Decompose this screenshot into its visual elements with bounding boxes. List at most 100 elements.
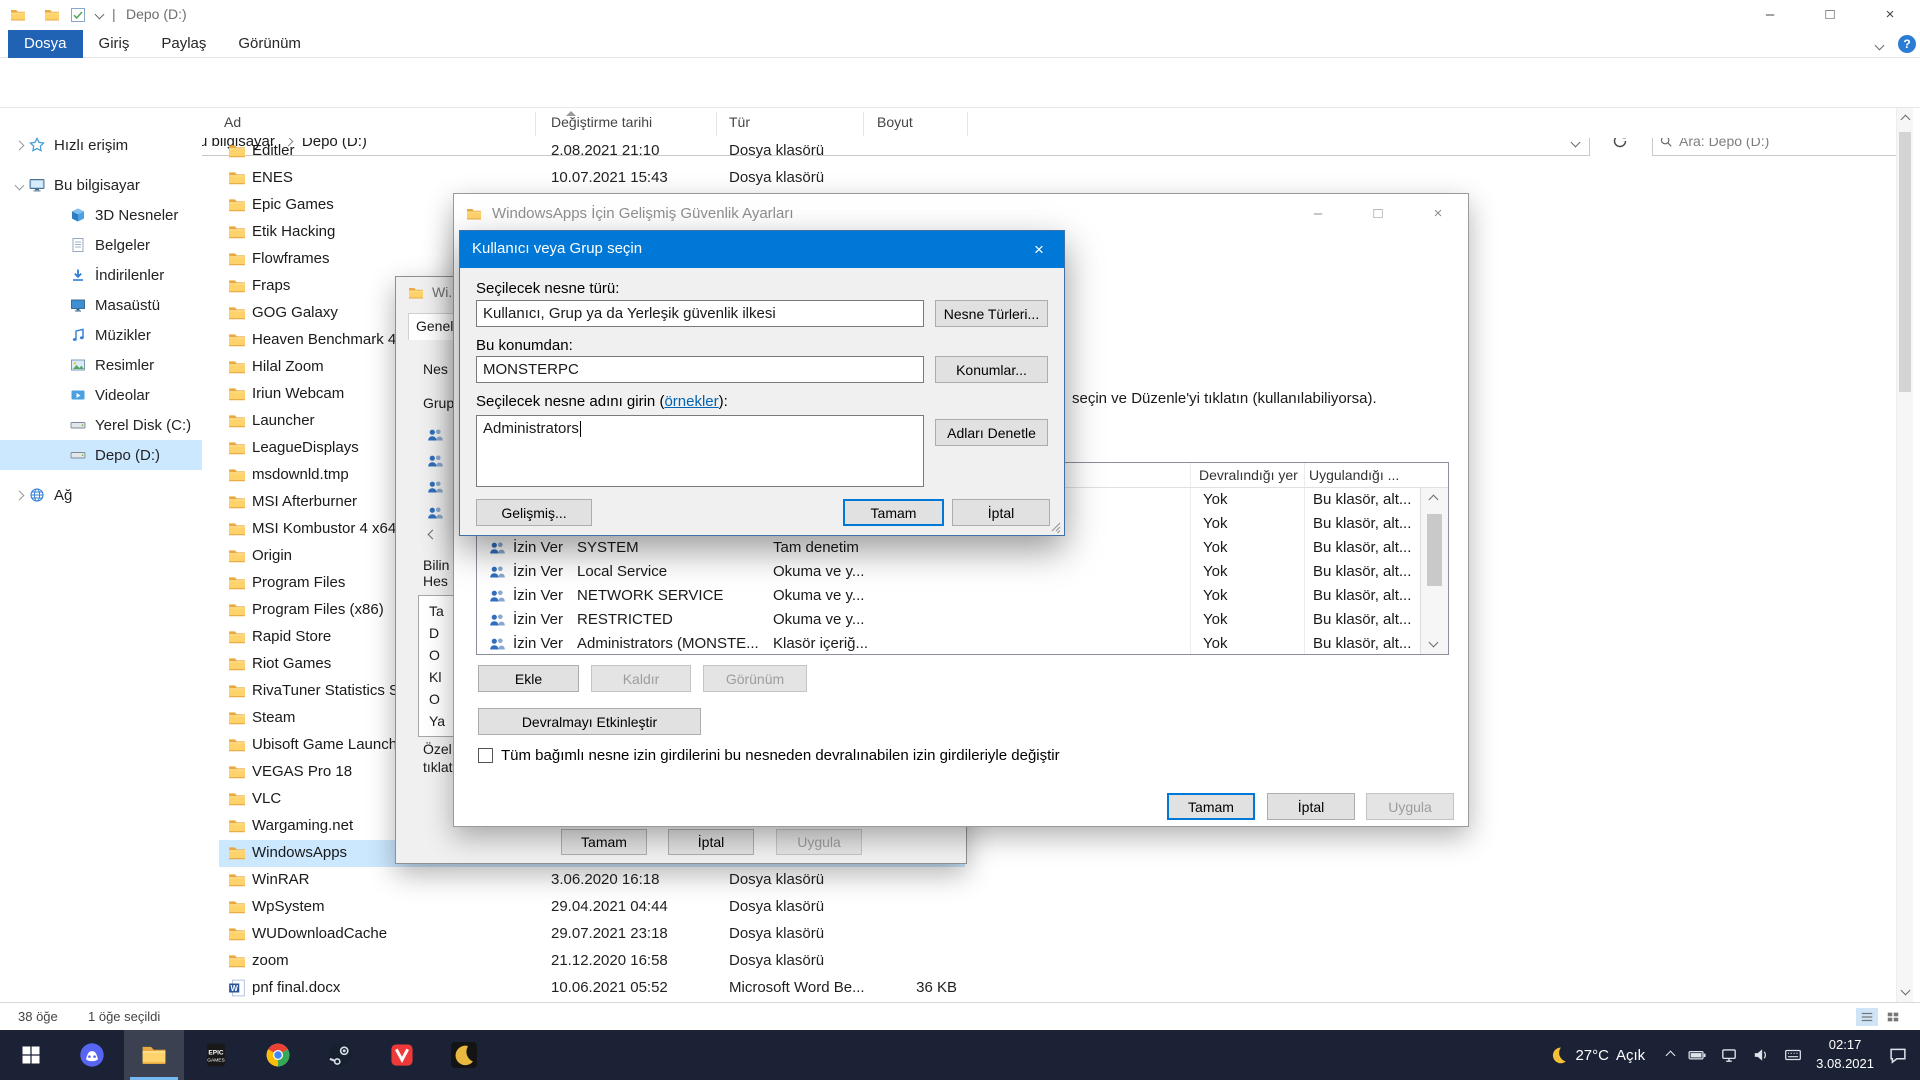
ribbon-tab[interactable]: Paylaş <box>145 30 222 58</box>
qat-folder-icon[interactable] <box>44 7 60 23</box>
locations-button[interactable]: Konumlar... <box>935 356 1048 383</box>
check-names-button[interactable]: Adları Denetle <box>935 419 1048 446</box>
view-button[interactable]: Görünüm <box>703 665 807 692</box>
location-field[interactable] <box>476 356 924 383</box>
file-row[interactable]: WpSystem 29.04.2021 04:44 Dosya klasörü <box>219 894 965 921</box>
help-icon[interactable]: ? <box>1898 35 1916 53</box>
taskbar-app-button[interactable] <box>248 1030 308 1080</box>
file-row[interactable]: Editler 2.08.2021 21:10 Dosya klasörü <box>219 138 965 165</box>
battery-icon[interactable] <box>1688 1046 1706 1064</box>
file-row[interactable]: pnf final.docx 10.06.2021 05:52 Microsof… <box>219 975 965 1002</box>
permission-row[interactable]: İzin Ver RESTRICTED Okuma ve y... Yok Bu… <box>477 608 1420 632</box>
tray-overflow-icon[interactable] <box>1666 1050 1676 1060</box>
taskbar-app-button[interactable] <box>186 1030 246 1080</box>
keyboard-icon[interactable] <box>1784 1046 1802 1064</box>
qat-dropdown-icon[interactable] <box>95 10 105 20</box>
add-button[interactable]: Ekle <box>478 665 579 692</box>
close-button[interactable]: × <box>1408 194 1468 234</box>
explorer-titlebar[interactable]: | Depo (D:) – □ × <box>0 0 1920 30</box>
sidebar-item[interactable]: 3D Nesneler <box>0 200 202 230</box>
expander-icon[interactable] <box>15 140 25 150</box>
object-types-button[interactable]: Nesne Türleri... <box>935 300 1048 327</box>
close-button[interactable]: × <box>1860 0 1920 30</box>
file-row[interactable]: WinRAR 3.06.2020 16:18 Dosya klasörü <box>219 867 965 894</box>
sidebar-item[interactable]: Ağ <box>0 480 202 510</box>
details-view-button[interactable] <box>1856 1008 1878 1026</box>
permission-row[interactable]: İzin Ver NETWORK SERVICE Okuma ve y... Y… <box>477 584 1420 608</box>
permission-row[interactable]: İzin Ver Administrators (MONSTE... Klasö… <box>477 632 1420 656</box>
cancel-button[interactable]: İptal <box>1267 793 1355 820</box>
ok-button[interactable]: Tamam <box>843 499 944 526</box>
object-name-textarea[interactable]: Administrators <box>476 415 924 487</box>
qat-check-icon[interactable] <box>70 7 86 23</box>
dialog-titlebar[interactable]: WindowsApps İçin Gelişmiş Güvenlik Ayarl… <box>454 194 1468 234</box>
column-header-date[interactable]: Değiştirme tarihi <box>551 114 652 130</box>
start-button[interactable] <box>0 1030 62 1080</box>
sidebar-item[interactable]: İndirilenler <box>0 260 202 290</box>
table-scrollbar[interactable] <box>1420 488 1448 654</box>
ribbon-tab[interactable]: Dosya <box>8 30 83 58</box>
scroll-down-icon[interactable] <box>1901 986 1911 996</box>
cancel-button[interactable]: İptal <box>668 829 754 855</box>
resize-grip[interactable] <box>1046 517 1062 533</box>
file-row[interactable]: zoom 21.12.2020 16:58 Dosya klasörü <box>219 948 965 975</box>
permission-row[interactable]: İzin Ver Local Service Okuma ve y... Yok… <box>477 560 1420 584</box>
sidebar-item[interactable]: Belgeler <box>0 230 202 260</box>
column-header-name[interactable]: Ad <box>224 114 241 130</box>
action-center-icon[interactable] <box>1888 1045 1908 1065</box>
expander-icon[interactable] <box>15 180 25 190</box>
scrollbar-thumb[interactable] <box>1427 514 1442 586</box>
sidebar-item[interactable]: Hızlı erişim <box>0 130 202 160</box>
sidebar-item[interactable]: Yerel Disk (C:) <box>0 410 202 440</box>
sidebar-item[interactable]: Videolar <box>0 380 202 410</box>
collapse-ribbon-icon[interactable] <box>1875 41 1885 51</box>
dialog-titlebar[interactable]: Kullanıcı veya Grup seçin × <box>460 231 1064 268</box>
scroll-up-icon[interactable] <box>1429 495 1439 505</box>
examples-link[interactable]: örnekler <box>664 393 718 410</box>
close-button[interactable]: × <box>1014 231 1064 268</box>
sidebar-item[interactable]: Masaüstü <box>0 290 202 320</box>
permission-row[interactable]: İzin Ver SYSTEM Tam denetim Yok Bu klasö… <box>477 536 1420 560</box>
taskbar-app-button[interactable] <box>62 1030 122 1080</box>
apply-button[interactable]: Uygula <box>776 829 862 855</box>
column-header-inherited-from[interactable]: Devralındığı yer <box>1199 467 1298 483</box>
minimize-button[interactable]: – <box>1740 0 1800 30</box>
advanced-button[interactable]: Gelişmiş... <box>476 499 592 526</box>
sidebar-item[interactable]: Resimler <box>0 350 202 380</box>
weather-widget[interactable]: 27°C Açık <box>1540 1045 1653 1065</box>
replace-permissions-checkbox[interactable] <box>478 748 493 763</box>
column-header-type[interactable]: Tür <box>729 114 750 130</box>
network-icon[interactable] <box>1720 1046 1738 1064</box>
maximize-button[interactable]: □ <box>1800 0 1860 30</box>
enable-inheritance-button[interactable]: Devralmayı Etkinleştir <box>478 708 701 735</box>
remove-button[interactable]: Kaldır <box>591 665 691 692</box>
ribbon-tab[interactable]: Görünüm <box>222 30 317 58</box>
column-header-applies-to[interactable]: Uygulandığı ... <box>1309 467 1399 483</box>
taskbar-clock[interactable]: 02:17 3.08.2021 <box>1816 1036 1874 1074</box>
volume-icon[interactable] <box>1752 1046 1770 1064</box>
scroll-up-icon[interactable] <box>1901 115 1911 125</box>
address-dropdown-icon[interactable] <box>1571 138 1581 148</box>
scrollbar-thumb[interactable] <box>1899 132 1911 392</box>
ribbon-tab[interactable]: Giriş <box>83 30 146 58</box>
minimize-button[interactable]: – <box>1288 194 1348 234</box>
object-type-field[interactable] <box>476 300 924 327</box>
sidebar-item[interactable]: Bu bilgisayar <box>0 170 202 200</box>
scroll-down-icon[interactable] <box>1429 638 1439 648</box>
ok-button[interactable]: Tamam <box>561 829 647 855</box>
sidebar-item[interactable]: Depo (D:) <box>0 440 202 470</box>
cancel-button[interactable]: İptal <box>952 499 1050 526</box>
taskbar-app-button[interactable] <box>124 1030 184 1080</box>
thumbnail-view-button[interactable] <box>1882 1008 1904 1026</box>
vertical-scrollbar[interactable] <box>1896 108 1913 1002</box>
taskbar-app-button[interactable] <box>310 1030 370 1080</box>
file-row[interactable]: WUDownloadCache 29.07.2021 23:18 Dosya k… <box>219 921 965 948</box>
sidebar-item[interactable]: Müzikler <box>0 320 202 350</box>
maximize-button[interactable]: □ <box>1348 194 1408 234</box>
apply-button[interactable]: Uygula <box>1366 793 1454 820</box>
scroll-left-icon[interactable] <box>428 530 438 540</box>
expander-icon[interactable] <box>15 490 25 500</box>
ok-button[interactable]: Tamam <box>1167 793 1255 820</box>
file-row[interactable]: ENES 10.07.2021 15:43 Dosya klasörü <box>219 165 965 192</box>
column-header-size[interactable]: Boyut <box>877 114 913 130</box>
